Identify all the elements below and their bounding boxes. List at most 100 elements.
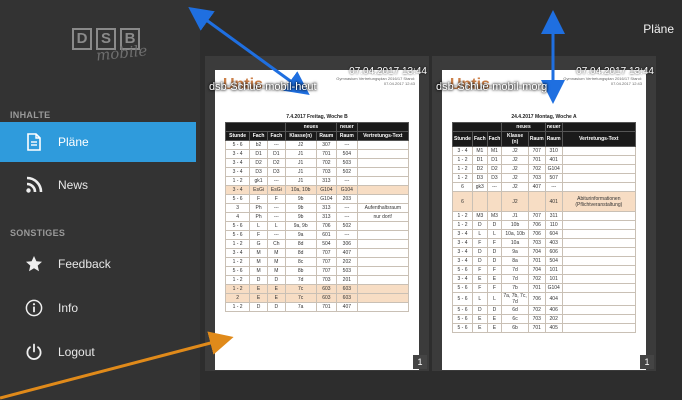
table-row: 5 - 6 D D 6d 702 406 — [452, 305, 637, 315]
table-cell: 603 — [315, 293, 338, 303]
table-cell: L — [486, 229, 503, 239]
plan-column-header: Klasse (n) — [501, 131, 529, 147]
table-cell: 603 — [315, 284, 338, 294]
sidebar-item-news[interactable]: News — [0, 165, 196, 205]
table-cell: J2 — [501, 191, 529, 212]
table-cell: D — [486, 256, 503, 266]
plan-school-info: Gymnasium Vertretungsplan 2016/17 Stand:… — [563, 76, 642, 86]
table-cell: 704 — [527, 265, 546, 275]
table-cell — [356, 230, 410, 240]
table-cell: 5 - 6 — [224, 221, 251, 231]
sidebar-item-info[interactable]: Info — [0, 288, 196, 328]
table-cell: 6b — [501, 323, 529, 333]
table-cell: J1 — [284, 149, 317, 159]
table-cell: F — [249, 230, 268, 240]
table-cell: 1 - 2 — [452, 173, 473, 183]
table-cell: 7d — [501, 265, 529, 275]
table-row: 1 - 2 G Ch 8d 504 306 — [224, 239, 410, 249]
table-cell: 101 — [544, 265, 563, 275]
table-cell — [561, 211, 637, 221]
table-cell: 6c — [501, 314, 529, 324]
table-cell — [561, 146, 637, 156]
table-cell: 3 - 4 — [452, 247, 473, 257]
table-cell — [527, 191, 546, 212]
table-cell: J2 — [284, 140, 317, 150]
table-cell — [561, 238, 637, 248]
table-cell: M — [249, 257, 268, 267]
table-cell: 1 - 2 — [224, 284, 251, 294]
table-cell: 307 — [315, 140, 338, 150]
table-cell: 3 - 4 — [452, 256, 473, 266]
table-cell: M — [266, 266, 286, 276]
table-cell: D2 — [471, 164, 488, 174]
table-cell: --- — [266, 176, 286, 186]
table-cell: 502 — [336, 221, 358, 231]
plan-group-cell — [225, 122, 286, 132]
table-row: 3 - 4 D3 D3 J1 703 502 — [224, 167, 410, 177]
table-cell: 1 - 2 — [452, 220, 473, 230]
table-row: 3 - 4 D D 8a 701 504 — [452, 256, 637, 266]
table-cell: 9b — [284, 203, 317, 213]
table-row: 3 - 4 M1 M1 J2 707 310 — [452, 146, 637, 156]
table-cell — [356, 275, 410, 285]
table-cell: G104 — [315, 194, 338, 204]
table-cell — [561, 265, 637, 275]
table-cell — [561, 247, 637, 257]
table-cell — [561, 305, 637, 315]
table-row: 3 - 4 M M 8d 707 407 — [224, 248, 410, 258]
rss-icon — [24, 175, 44, 195]
table-cell: 203 — [336, 194, 358, 204]
table-cell: 707 — [315, 248, 338, 258]
sidebar-item-label: Info — [58, 301, 79, 315]
plan-column-header: Klasse(n) — [284, 131, 317, 141]
table-cell: --- — [336, 140, 358, 150]
table-cell: 707 — [527, 211, 546, 221]
table-cell — [561, 283, 637, 293]
table-cell: F — [471, 283, 488, 293]
star-icon — [24, 254, 44, 274]
table-cell: M — [266, 257, 286, 267]
table-cell: 701 — [527, 256, 546, 266]
table-cell: 8b — [284, 266, 317, 276]
plan-timestamp: 07.04.2017 13:44 — [349, 66, 427, 77]
table-cell: nur dort! — [356, 212, 410, 222]
table-cell: L — [249, 221, 268, 231]
table-row: 5 - 6 F F 7d 704 101 — [452, 265, 637, 275]
table-row: 1 - 2 E E 7c 603 603 — [224, 284, 410, 294]
sidebar-item-plans[interactable]: Pläne — [0, 122, 196, 162]
table-cell: gk3 — [471, 182, 488, 192]
table-cell: E — [471, 274, 488, 284]
table-cell — [356, 266, 410, 276]
plan-table: neues neuer Stunde Fach Fach Klasse (n) Raum Ra… — [451, 122, 637, 333]
table-row: 1 - 2 M M 8c 707 202 — [224, 257, 410, 267]
plan-card-tomorrow[interactable]: 07.04.2017 13:44 dsb-Schue-mobil-morg Un… — [432, 56, 656, 371]
table-row: 6 gk3 --- J2 407 --- — [452, 182, 637, 192]
sidebar: D S B mobile INHALTE Pläne News SONSTIGE… — [0, 0, 200, 400]
table-cell: 9b — [284, 212, 317, 222]
table-cell: D2 — [486, 164, 503, 174]
plan-card-today[interactable]: 07.04.2017 13:44 dsb-Schue-mobil-heut Un… — [205, 56, 429, 371]
table-cell: 701 — [527, 155, 546, 165]
table-cell: 1 - 2 — [224, 257, 251, 267]
table-cell: 10a, 10b — [284, 185, 317, 195]
table-cell: 401 — [544, 155, 563, 165]
table-cell — [356, 140, 410, 150]
table-cell — [356, 158, 410, 168]
table-cell: E — [486, 274, 503, 284]
table-row: 5 - 6 M M 8b 707 503 — [224, 266, 410, 276]
table-cell: M — [249, 266, 268, 276]
table-cell — [356, 194, 410, 204]
sidebar-item-feedback[interactable]: Feedback — [0, 244, 196, 284]
table-cell: 101 — [544, 274, 563, 284]
table-cell: F — [486, 265, 503, 275]
table-cell: 703 — [527, 238, 546, 248]
table-cell: 10a — [501, 238, 529, 248]
table-cell: gk1 — [249, 176, 268, 186]
plan-group-header: neues neuer — [451, 122, 637, 132]
table-row: 1 - 2 D D 10b 706 110 — [452, 220, 637, 230]
sidebar-item-logout[interactable]: Logout — [0, 332, 196, 372]
table-cell: 701 — [527, 323, 546, 333]
table-cell: E — [486, 314, 503, 324]
table-cell: 7c — [284, 293, 317, 303]
table-cell: 9a, 9b — [284, 221, 317, 231]
